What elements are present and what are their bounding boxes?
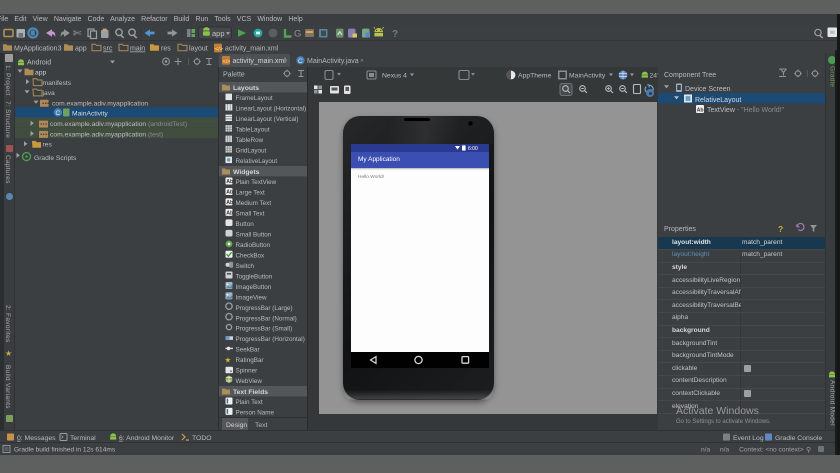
- svg-text:Switch: Switch: [236, 262, 255, 269]
- svg-text:Ab: Ab: [697, 107, 704, 113]
- svg-text:0: Messages: 0: Messages: [17, 435, 56, 442]
- svg-text:Ab: Ab: [226, 210, 233, 216]
- svg-text:×: ×: [360, 58, 364, 65]
- svg-text:main: main: [130, 45, 145, 52]
- svg-text:Design: Design: [226, 421, 247, 428]
- svg-text:GridLayout: GridLayout: [236, 147, 267, 154]
- svg-text:app: app: [75, 45, 87, 52]
- svg-text:RelativeLayout: RelativeLayout: [236, 158, 278, 165]
- svg-text:MyApplication3: MyApplication3: [14, 45, 62, 52]
- svg-text:ProgressBar (Small): ProgressBar (Small): [236, 325, 293, 332]
- svg-text:Text Fields: Text Fields: [233, 388, 268, 395]
- svg-text:×: ×: [284, 58, 288, 65]
- svg-text:Device Screen: Device Screen: [685, 86, 731, 93]
- svg-text:Small Text: Small Text: [236, 210, 265, 217]
- svg-text:★: ★: [225, 355, 232, 364]
- svg-text:RatingBar: RatingBar: [236, 357, 264, 364]
- svg-text:TableLayout: TableLayout: [236, 126, 270, 133]
- svg-text:ProgressBar (Normal): ProgressBar (Normal): [236, 315, 297, 322]
- svg-text:manifests: manifests: [43, 80, 72, 87]
- svg-text:com.example.adiv.myapplication: com.example.adiv.myapplication (androidT…: [50, 121, 187, 128]
- svg-text:RadioButton: RadioButton: [236, 241, 271, 248]
- svg-text:CheckBox: CheckBox: [236, 252, 266, 259]
- svg-text:6: Android Monitor: 6: Android Monitor: [119, 435, 175, 442]
- svg-text:ProgressBar (Large): ProgressBar (Large): [236, 304, 293, 311]
- svg-text:ProgressBar (Horizontal): ProgressBar (Horizontal): [236, 336, 305, 343]
- svg-text:app: app: [35, 70, 46, 77]
- svg-text:?: ?: [392, 29, 398, 40]
- svg-text:src: src: [103, 45, 113, 52]
- svg-text:WebView: WebView: [236, 378, 263, 385]
- svg-text:?: ?: [778, 224, 783, 234]
- svg-text:Button: Button: [236, 221, 255, 228]
- svg-text:Layouts: Layouts: [233, 84, 259, 91]
- svg-text:java: java: [42, 90, 56, 97]
- svg-text:res: res: [161, 45, 171, 52]
- svg-text:FrameLayout: FrameLayout: [236, 95, 273, 102]
- svg-text:SeekBar: SeekBar: [236, 346, 260, 353]
- svg-text:ImageView: ImageView: [236, 294, 267, 301]
- svg-text:Small Button: Small Button: [236, 231, 272, 238]
- svg-text:Properties: Properties: [664, 226, 696, 233]
- svg-text:MainActivity: MainActivity: [569, 72, 606, 79]
- svg-text:AppTheme: AppTheme: [518, 72, 551, 79]
- svg-text:MainActivity.java: MainActivity.java: [307, 58, 359, 65]
- svg-text:layout: layout: [189, 45, 208, 52]
- svg-text:Medium Text: Medium Text: [236, 200, 272, 207]
- svg-text:Gradle build finished in 12s 6: Gradle build finished in 12s 614ms: [14, 447, 116, 454]
- svg-text:Widgets: Widgets: [233, 168, 260, 175]
- svg-text:24: 24: [650, 72, 658, 79]
- svg-text:C: C: [56, 110, 61, 117]
- svg-text:LinearLayout (Horizontal): LinearLayout (Horizontal): [236, 105, 307, 112]
- svg-text:Person Name: Person Name: [236, 409, 275, 416]
- svg-text:Large Text: Large Text: [236, 189, 266, 196]
- svg-text:TODO: TODO: [192, 435, 212, 442]
- svg-text:TableRow: TableRow: [236, 137, 264, 144]
- svg-text:com.example.adiv.myapplication: com.example.adiv.myapplication: [52, 100, 148, 107]
- svg-text:⚲: ⚲: [806, 446, 811, 454]
- svg-text:LinearLayout (Vertical): LinearLayout (Vertical): [236, 116, 299, 123]
- svg-text:TextView - "Hello World!": TextView - "Hello World!": [707, 107, 785, 114]
- svg-text:Plain TextView: Plain TextView: [236, 179, 277, 186]
- svg-text:Plain Text: Plain Text: [236, 399, 263, 406]
- svg-text:Component Tree: Component Tree: [664, 72, 716, 79]
- svg-text:✄: ✄: [73, 28, 82, 39]
- svg-text:Spinner: Spinner: [236, 367, 258, 374]
- svg-text:ToggleButton: ToggleButton: [236, 273, 273, 280]
- svg-text:Gradle Scripts: Gradle Scripts: [34, 155, 77, 162]
- svg-text:app: app: [212, 29, 225, 38]
- svg-text:Ab: Ab: [226, 199, 233, 205]
- svg-text:Palette: Palette: [223, 71, 245, 78]
- svg-text:Ab: Ab: [226, 179, 233, 185]
- svg-text:Text: Text: [255, 421, 268, 428]
- svg-text:res: res: [43, 142, 53, 149]
- svg-text:</>: </>: [223, 59, 231, 65]
- svg-text:n/a n/a Context: <no context: n/a n/a Context: <no context>: [701, 447, 804, 454]
- svg-text:</>: </>: [215, 46, 223, 52]
- svg-text:com.example.adiv.myapplication: com.example.adiv.myapplication (test): [50, 131, 163, 138]
- svg-text:Gradle Console: Gradle Console: [775, 435, 822, 442]
- svg-text:Ab: Ab: [226, 189, 233, 195]
- svg-text:Nexus 4: Nexus 4: [382, 72, 407, 79]
- svg-text:ImageButton: ImageButton: [236, 283, 272, 290]
- svg-text:MainActivity: MainActivity: [72, 111, 108, 118]
- svg-text:Terminal: Terminal: [70, 435, 96, 442]
- svg-text:activity_main.xml: activity_main.xml: [233, 58, 287, 65]
- svg-text:C: C: [298, 58, 303, 65]
- svg-text:G: G: [294, 28, 301, 39]
- svg-text:RelativeLayout: RelativeLayout: [695, 97, 741, 104]
- svg-text:Event Log: Event Log: [733, 435, 764, 442]
- svg-text:activity_main.xml: activity_main.xml: [225, 45, 279, 52]
